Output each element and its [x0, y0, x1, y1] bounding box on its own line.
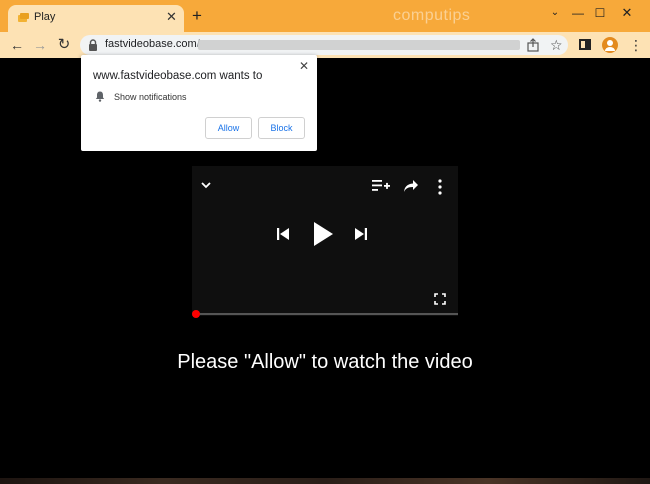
star-icon[interactable]: ☆	[550, 36, 563, 54]
allow-button[interactable]: Allow	[205, 117, 252, 139]
forward-arrow-icon[interactable]: →	[31, 36, 49, 54]
url-text: fastvideobase.com/	[105, 38, 200, 50]
close-icon[interactable]: ✕	[166, 9, 177, 25]
bell-icon	[95, 91, 105, 102]
side-panel-icon[interactable]	[579, 39, 591, 50]
add-to-queue-icon[interactable]	[372, 179, 390, 193]
share-icon[interactable]	[526, 38, 540, 52]
blurred-url-region	[198, 40, 520, 50]
new-tab-button[interactable]: +	[192, 7, 202, 25]
share-icon[interactable]	[403, 179, 419, 193]
profile-icon[interactable]	[602, 37, 618, 53]
popup-title: www.fastvideobase.com wants to	[93, 70, 263, 82]
close-icon[interactable]: ✕	[299, 59, 309, 73]
title-bar: Play ✕ + computips ⌄ — ☐ ✕	[0, 0, 650, 32]
progress-scrubber[interactable]	[192, 310, 200, 318]
fullscreen-icon[interactable]	[434, 293, 446, 305]
notification-permission-popup: www.fastvideobase.com wants to ✕ Show no…	[81, 55, 317, 151]
menu-icon[interactable]: ⋮	[629, 36, 643, 54]
address-bar[interactable]: fastvideobase.com/ ☆	[80, 35, 568, 55]
avatar	[605, 40, 615, 51]
progress-bar[interactable]	[192, 310, 458, 318]
url-host: fastvideobase.com	[105, 38, 197, 50]
maximize-icon[interactable]: ☐	[590, 5, 610, 21]
chevron-down-icon[interactable]: ⌄	[545, 5, 565, 21]
tab-title: Play	[34, 11, 56, 23]
more-vert-icon[interactable]	[437, 179, 443, 195]
skip-previous-icon[interactable]	[276, 227, 290, 241]
back-arrow-icon[interactable]: ←	[8, 36, 26, 54]
video-player[interactable]	[192, 166, 458, 318]
minimize-icon[interactable]: —	[568, 5, 588, 21]
lock-icon[interactable]	[88, 39, 98, 51]
watermark: computips	[393, 7, 471, 24]
tab-play[interactable]: Play ✕	[8, 5, 184, 32]
block-button[interactable]: Block	[258, 117, 305, 139]
skip-next-icon[interactable]	[354, 227, 368, 241]
permission-label: Show notifications	[114, 92, 187, 102]
taskbar-strip	[0, 478, 650, 484]
chevron-down-icon[interactable]	[200, 180, 212, 190]
play-icon[interactable]	[312, 221, 334, 247]
close-window-icon[interactable]: ✕	[617, 5, 637, 21]
reload-icon[interactable]: ↻	[55, 36, 73, 54]
allow-instruction-caption: Please "Allow" to watch the video	[177, 351, 473, 373]
favicon-icon	[18, 13, 29, 22]
